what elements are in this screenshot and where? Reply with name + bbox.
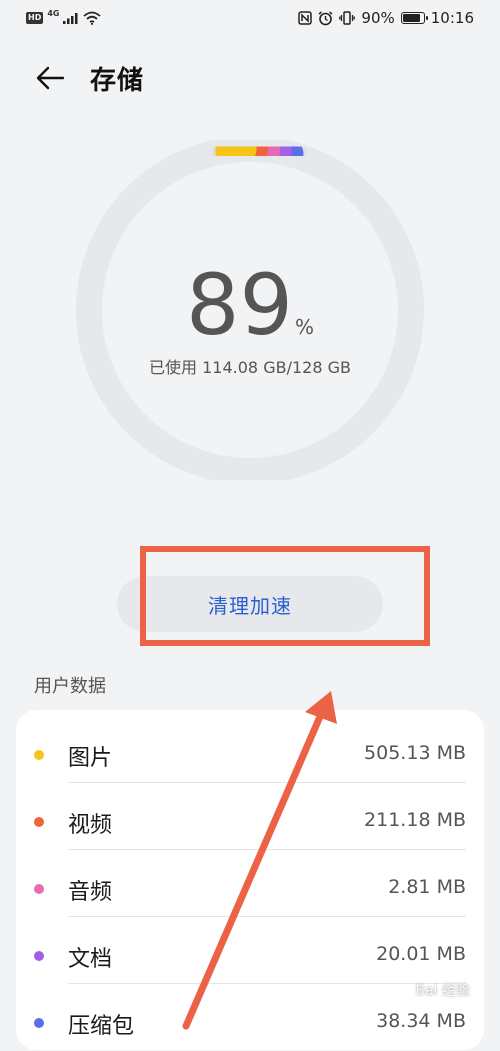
vibrate-icon <box>339 11 355 25</box>
category-label: 文档 <box>68 941 112 973</box>
category-dot <box>34 884 44 894</box>
category-size: 20.01 MB <box>376 943 466 965</box>
category-label: 视频 <box>68 807 112 839</box>
category-size: 2.81 MB <box>388 876 466 898</box>
user-data-card: 图片 505.13 MB 视频 211.18 MB 音频 2.81 MB 文档 20.01 M… <box>16 710 484 1050</box>
usage-percent-sign: % <box>295 315 314 339</box>
list-item[interactable]: 视频 211.18 MB <box>16 783 484 850</box>
list-item[interactable]: 图片 505.13 MB <box>16 716 484 783</box>
category-dot <box>34 817 44 827</box>
used-capacity-text: 已使用 114.08 GB/128 GB <box>0 354 500 378</box>
ring-segment <box>230 149 241 150</box>
list-item[interactable]: 音频 2.81 MB <box>16 850 484 917</box>
category-size: 211.18 MB <box>364 809 466 831</box>
clock: 10:16 <box>431 9 474 27</box>
status-right: 90% 10:16 <box>298 9 474 27</box>
category-size: 505.13 MB <box>364 742 466 764</box>
ring-segments <box>230 149 288 154</box>
category-dot <box>34 1018 44 1028</box>
signal-icon <box>63 12 79 24</box>
arrow-left-icon <box>35 66 65 90</box>
usage-percent-number: 89 <box>186 255 293 355</box>
battery-percent: 90% <box>361 9 394 27</box>
list-item[interactable]: 文档 20.01 MB <box>16 917 484 984</box>
alarm-icon <box>318 11 333 26</box>
wifi-icon <box>83 11 101 25</box>
category-dot <box>34 951 44 961</box>
battery-icon <box>401 12 425 24</box>
section-title-user-data: 用户数据 <box>34 672 106 698</box>
category-label: 图片 <box>68 740 112 772</box>
battery-fill <box>403 14 420 22</box>
status-left: HD 4G <box>26 11 101 25</box>
clean-boost-button[interactable]: 清理加速 <box>117 576 383 632</box>
back-button[interactable] <box>30 58 70 98</box>
network-type: 4G <box>47 10 59 18</box>
category-label: 音频 <box>68 874 112 906</box>
page-title: 存储 <box>90 60 144 97</box>
status-bar: HD 4G 90% 10:16 <box>0 0 500 40</box>
category-label: 压缩包 <box>68 1008 134 1040</box>
watermark-logo: Bai 经验 <box>415 980 470 1000</box>
nfc-icon <box>298 11 312 25</box>
category-dot <box>34 750 44 760</box>
category-size: 38.34 MB <box>376 1010 466 1032</box>
hd-badge: HD <box>26 12 43 24</box>
list-item[interactable]: 压缩包 38.34 MB <box>16 984 484 1051</box>
